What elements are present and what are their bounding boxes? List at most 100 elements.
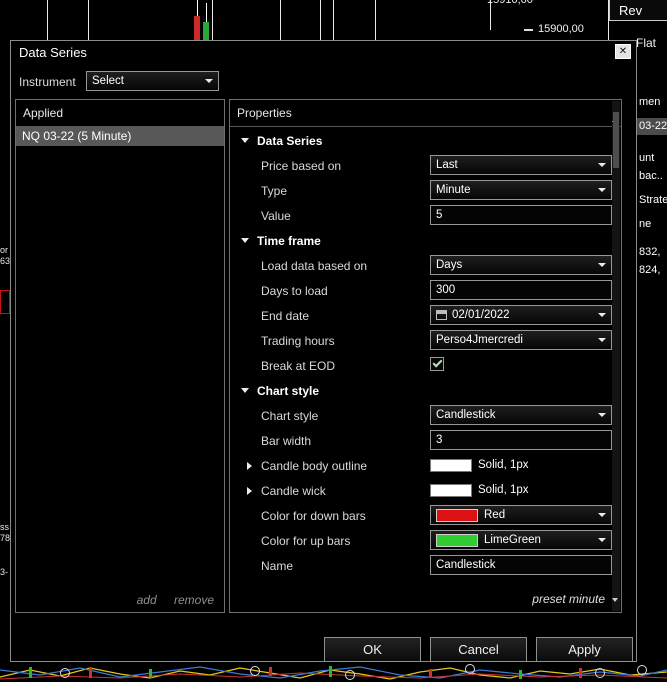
field-label: Color for down bars xyxy=(261,508,366,523)
field-label: Color for up bars xyxy=(261,533,351,548)
color-name: Red xyxy=(484,509,506,521)
type-dropdown[interactable]: Minute xyxy=(430,180,612,200)
expand-icon[interactable] xyxy=(247,462,252,470)
chart-marker-circle xyxy=(637,665,647,675)
chevron-down-icon xyxy=(598,263,606,267)
red-marker-box xyxy=(0,290,10,314)
row-price-based-on: Price based on Last xyxy=(230,153,612,178)
dialog-title: Data Series xyxy=(19,45,87,60)
text-fragment: ne xyxy=(639,218,652,230)
candle-wick xyxy=(206,3,207,23)
applied-list: NQ 03-22 (5 Minute) xyxy=(16,127,224,146)
up-candle xyxy=(203,22,209,40)
instrument-dropdown[interactable]: Select xyxy=(86,71,219,91)
preset-link[interactable]: preset minute xyxy=(532,592,605,606)
text-fragment: or xyxy=(0,245,9,255)
chart-style-dropdown[interactable]: Candlestick xyxy=(430,405,612,425)
chevron-down-icon xyxy=(598,413,606,417)
add-link[interactable]: add xyxy=(137,593,157,607)
scroll-up-icon[interactable] xyxy=(612,101,620,122)
grid-line xyxy=(280,0,281,40)
instrument-value: Select xyxy=(92,75,124,87)
color-name: LimeGreen xyxy=(484,534,541,546)
color-swatch xyxy=(436,508,478,522)
break-at-eod-checkbox[interactable] xyxy=(430,357,444,371)
field-label: Type xyxy=(261,183,288,198)
close-icon[interactable] xyxy=(615,44,631,59)
ok-button[interactable]: OK xyxy=(324,637,421,662)
row-end-date: End date 02/01/2022 xyxy=(230,303,612,328)
occluded-right-window: men 03-22 unt bac.. Strate ne 832, 824, xyxy=(637,40,667,340)
chevron-down-icon xyxy=(598,313,606,317)
rev-panel-label[interactable]: Rev xyxy=(609,0,667,21)
category-label: Chart style xyxy=(257,383,320,398)
row-type: Type Minute xyxy=(230,178,612,203)
collapse-icon xyxy=(241,238,249,243)
price-label-top: 15910,00 xyxy=(487,0,533,6)
dropdown-value: Candlestick xyxy=(436,409,496,421)
collapse-icon xyxy=(241,138,249,143)
applied-header: Applied xyxy=(16,100,224,127)
row-bar-width: Bar width xyxy=(230,428,612,453)
expand-icon[interactable] xyxy=(247,487,252,495)
down-candle xyxy=(269,667,272,676)
candle-body-outline-value[interactable]: Solid, 1px xyxy=(430,455,529,475)
price-label-mid: 15900,00 xyxy=(538,23,584,35)
bar-width-input[interactable] xyxy=(430,430,612,450)
name-input[interactable] xyxy=(430,555,612,575)
text-fragment: 832, xyxy=(639,246,661,258)
field-label: Name xyxy=(261,558,294,573)
list-item[interactable]: NQ 03-22 (5 Minute) xyxy=(16,127,224,146)
row-value: Value xyxy=(230,203,612,228)
row-candle-body-outline: Candle body outline Solid, 1px xyxy=(230,453,611,478)
candle-wick-value[interactable]: Solid, 1px xyxy=(430,480,529,500)
days-to-load-input[interactable] xyxy=(430,280,612,300)
row-break-at-eod: Break at EOD xyxy=(230,353,611,378)
trading-hours-dropdown[interactable]: Perso4Jmercredi xyxy=(430,330,612,350)
properties-panel: Properties Data Series Price based on La… xyxy=(229,99,622,619)
down-bars-color-dropdown[interactable]: Red xyxy=(430,505,612,525)
field-label: Days to load xyxy=(261,283,328,298)
row-color-down-bars: Color for down bars Red xyxy=(230,503,612,528)
properties-scrollbar[interactable] xyxy=(612,101,620,619)
field-label: Chart style xyxy=(261,408,319,423)
dropdown-value: Perso4Jmercredi xyxy=(436,334,523,346)
price-based-on-dropdown[interactable]: Last xyxy=(430,155,612,175)
row-color-up-bars: Color for up bars LimeGreen xyxy=(230,528,612,553)
field-label: Trading hours xyxy=(261,333,335,348)
text-fragment: 824, xyxy=(639,264,661,276)
scrollbar-thumb[interactable] xyxy=(613,112,619,168)
dropdown-value: Days xyxy=(436,259,463,271)
value-input[interactable] xyxy=(430,205,612,225)
category-chart-style[interactable]: Chart style xyxy=(230,378,611,403)
category-label: Time frame xyxy=(257,233,321,248)
grid-line xyxy=(320,0,321,40)
load-data-dropdown[interactable]: Days xyxy=(430,255,612,275)
stroke-description: Solid, 1px xyxy=(478,459,529,471)
cancel-button[interactable]: Cancel xyxy=(430,637,527,662)
row-load-data-based-on: Load data based on Days xyxy=(230,253,612,278)
text-fragment: 78 xyxy=(0,533,11,543)
category-label: Data Series xyxy=(257,133,323,148)
category-data-series[interactable]: Data Series xyxy=(230,128,611,153)
field-label: Break at EOD xyxy=(261,358,336,373)
remove-link[interactable]: remove xyxy=(174,593,214,607)
grid-line xyxy=(88,0,89,40)
field-label: Candle wick xyxy=(261,483,326,498)
apply-button[interactable]: Apply xyxy=(536,637,633,662)
color-swatch xyxy=(436,533,478,547)
property-rows: Data Series Price based on Last Type Min… xyxy=(230,128,612,578)
field-label: Value xyxy=(261,208,291,223)
end-date-picker[interactable]: 02/01/2022 xyxy=(430,305,612,325)
up-candle xyxy=(149,669,152,678)
up-bars-color-dropdown[interactable]: LimeGreen xyxy=(430,530,612,550)
occluded-left-window: or 63 ss 78 3- xyxy=(0,0,10,682)
scroll-down-icon[interactable] xyxy=(612,598,620,619)
bottom-chart xyxy=(0,664,667,680)
up-candle xyxy=(29,667,32,678)
chevron-down-icon xyxy=(598,338,606,342)
data-series-dialog: Data Series Instrument Select Applied NQ… xyxy=(10,40,637,662)
field-label: Price based on xyxy=(261,158,342,173)
category-time-frame[interactable]: Time frame xyxy=(230,228,611,253)
chevron-down-icon xyxy=(598,538,606,542)
